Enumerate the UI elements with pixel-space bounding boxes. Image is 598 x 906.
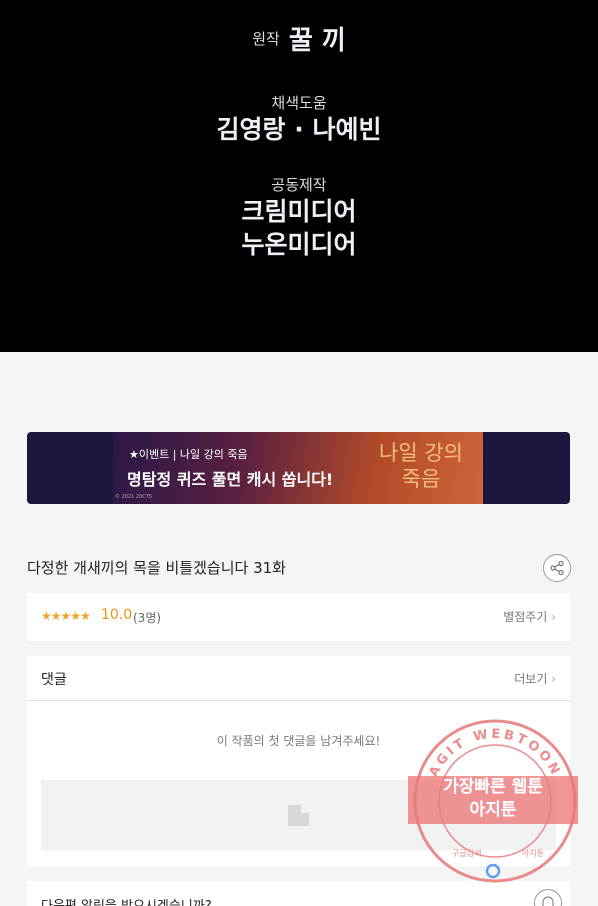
rating-stars: ★★★★★ <box>41 609 91 623</box>
banner-logo-line2: 죽음 <box>401 467 441 491</box>
episode-title: 다정한 개새끼의 목을 비틀겠습니다 31화 <box>27 559 286 577</box>
comments-more-link[interactable]: 더보기 › <box>514 670 556 687</box>
watermark-line1: 가장빠른 웹툰 <box>443 777 543 797</box>
bell-icon <box>542 896 554 906</box>
production-label: 공동제작 <box>271 176 327 194</box>
next-episode-notify-card: 다음편 알림을 받으시겠습니까? <box>27 881 570 906</box>
coloring-label: 채색도움 <box>271 94 327 112</box>
rating-count: (3명) <box>133 611 162 625</box>
coloring-names: 김영랑 · 나예빈 <box>216 115 382 144</box>
production-credit: 공동제작 크림미디어 누온미디어 <box>0 174 598 261</box>
notify-question: 다음편 알림을 받으시겠습니까? <box>41 895 212 906</box>
comments-card: 댓글 더보기 › 이 작품의 첫 댓글을 남겨주세요! <box>27 656 570 866</box>
google-g-icon <box>485 863 501 879</box>
original-author-name: 꿀 끼 <box>288 26 346 56</box>
give-rating-link[interactable]: 별점주기 › <box>503 608 556 625</box>
rating-card: ★★★★★ 10.0 (3명) 별점주기 › <box>27 593 570 641</box>
comments-header: 댓글 더보기 › <box>27 656 570 701</box>
share-button[interactable] <box>543 554 571 582</box>
watermark-line2: 아지툰 <box>469 800 517 820</box>
give-rating-label: 별점주기 <box>503 610 548 624</box>
watermark-band: 가장빠른 웹툰 아지툰 <box>408 776 578 824</box>
banner-headline: 명탐정 퀴즈 풀면 캐시 쏩니다! <box>127 470 334 489</box>
comments-more-label: 더보기 <box>514 672 548 686</box>
banner-logo-line1: 나일 강의 <box>379 441 463 465</box>
comments-empty-message: 이 작품의 첫 댓글을 남겨주세요! <box>216 734 381 748</box>
original-author-credit: 원작 꿀 끼 <box>0 20 598 57</box>
chevron-right-icon: › <box>551 672 556 686</box>
banner-copyright: © 2021 20CTS <box>115 494 152 500</box>
notify-bell-button[interactable] <box>534 889 562 906</box>
episode-credits-panel: 원작 꿀 끼 채색도움 김영랑 · 나예빈 공동제작 크림미디어 누온미디어 <box>0 0 598 352</box>
banner-event-label: ★이벤트 | 나일 강의 죽음 <box>129 448 248 461</box>
chevron-right-icon: › <box>551 610 556 624</box>
original-label: 원작 <box>252 30 280 48</box>
comments-title: 댓글 <box>41 672 67 688</box>
banner-logo: 나일 강의 죽음 <box>371 440 471 492</box>
coloring-credit: 채색도움 김영랑 · 나예빈 <box>0 92 598 146</box>
production-company-1: 크림미디어 <box>241 197 357 226</box>
share-icon <box>550 560 564 576</box>
production-company-2: 누온미디어 <box>241 230 357 259</box>
image-placeholder-icon <box>288 805 309 826</box>
event-banner[interactable]: ★이벤트 | 나일 강의 죽음 명탐정 퀴즈 풀면 캐시 쏩니다! © 2021… <box>27 432 570 504</box>
rating-score: 10.0 <box>101 607 133 623</box>
